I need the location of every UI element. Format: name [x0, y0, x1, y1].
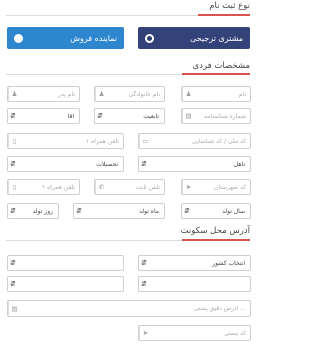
nationality-select[interactable]: ⇵ تابعیت: [94, 108, 165, 124]
radio-unselected-icon: [14, 33, 23, 43]
radio-selected-icon: [145, 33, 154, 43]
birth-day-select[interactable]: ⇵ روز تولد: [7, 203, 59, 219]
gender-value: آقا: [67, 112, 74, 120]
last-name-placeholder: نام خانوادگی: [128, 90, 160, 98]
marital-status-select[interactable]: ⇵ تاهل: [138, 156, 251, 172]
user-icon: ♟: [8, 87, 20, 101]
country-value: انتخاب کشور: [212, 259, 245, 267]
document-icon: ▤: [182, 109, 194, 123]
sales-agent-option[interactable]: نماینده فروش: [7, 27, 124, 49]
registration-type-title: نوع ثبت نام: [209, 1, 250, 11]
id-number-input[interactable]: ▤ شماره شناسنامه: [181, 108, 251, 124]
preferred-customer-option[interactable]: مشتری ترجیحی: [138, 27, 250, 49]
section-accent-bar: [182, 239, 250, 241]
select-arrows-icon: ⇵: [141, 259, 147, 267]
user-icon: ♟: [95, 87, 107, 101]
gender-select[interactable]: ⇵ آقا: [7, 108, 80, 124]
select-arrows-icon: ⇵: [10, 160, 16, 168]
birth-day-value: روز تولد: [32, 207, 53, 215]
birth-year-value: سال تولد: [222, 207, 245, 215]
send-icon: ➤: [139, 326, 151, 340]
birth-month-value: ماه تولد: [139, 207, 159, 215]
phone-icon: ✆: [95, 180, 107, 194]
location-arrow-icon: ➤: [182, 180, 194, 194]
landline-placeholder: تلفن ثابت: [135, 183, 160, 191]
mobile-phone-icon: ▯: [8, 134, 20, 148]
select-arrows-icon: ⇵: [141, 280, 147, 288]
full-address-input[interactable]: ▤ آدرس دقیق پستی ...: [7, 300, 251, 317]
first-name-input[interactable]: ♟ نام: [181, 86, 251, 102]
marital-status-value: تاهل: [233, 160, 245, 168]
birth-month-select[interactable]: ⇵ ماه تولد: [73, 203, 165, 219]
mobile-input[interactable]: ▯ تلفن همراه ١: [7, 133, 124, 149]
select-arrows-icon: ⇵: [76, 207, 82, 215]
last-name-input[interactable]: ♟ نام خانوادگی: [94, 86, 165, 102]
sales-agent-label: نماینده فروش: [70, 33, 117, 43]
section-accent-bar: [182, 73, 250, 75]
section-accent-bar: [198, 14, 250, 16]
first-name-placeholder: نام: [238, 90, 246, 98]
education-select[interactable]: ⇵ تحصیلات: [7, 156, 124, 172]
country-select[interactable]: ⇵ انتخاب کشور: [138, 255, 251, 271]
postal-code-input[interactable]: ➤ کد پستی: [138, 325, 251, 341]
select-arrows-icon: ⇵: [141, 160, 147, 168]
select-arrows-icon: ⇵: [10, 280, 16, 288]
postal-code-placeholder: کد پستی: [224, 329, 246, 337]
personal-info-title: مشخصات فردی: [192, 61, 250, 71]
user-icon: ♟: [182, 87, 194, 101]
national-code-input[interactable]: ▭ کد ملی / کد شناسایی: [138, 133, 251, 149]
nationality-value: تابعیت: [143, 112, 159, 120]
city-code-input[interactable]: ➤ کد شهرستان: [181, 179, 251, 195]
mobile-phone-icon: ▯: [8, 180, 20, 194]
address-book-icon: ▤: [8, 301, 20, 316]
select-arrows-icon: ⇵: [10, 112, 16, 120]
birth-year-select[interactable]: ⇵ سال تولد: [181, 203, 251, 219]
select-arrows-icon: ⇵: [10, 259, 16, 267]
mobile2-placeholder: تلفن همراه ٢: [41, 183, 75, 191]
father-name-placeholder: نام پدر: [58, 90, 75, 98]
national-code-placeholder: کد ملی / کد شناسایی: [191, 137, 246, 145]
father-name-input[interactable]: ♟ نام پدر: [7, 86, 80, 102]
id-card-icon: ▭: [139, 134, 151, 148]
district-select[interactable]: ⇵: [7, 276, 124, 292]
province-select[interactable]: ⇵: [7, 255, 124, 271]
mobile-placeholder: تلفن همراه ١: [85, 137, 119, 145]
city-code-placeholder: کد شهرستان: [213, 183, 246, 191]
mobile2-input[interactable]: ▯ تلفن همراه ٢: [7, 179, 80, 195]
preferred-customer-label: مشتری ترجیحی: [190, 33, 243, 43]
education-value: تحصیلات: [96, 160, 118, 168]
select-arrows-icon: ⇵: [97, 112, 103, 120]
landline-input[interactable]: ✆ تلفن ثابت: [94, 179, 165, 195]
select-arrows-icon: ⇵: [184, 207, 190, 215]
address-title: آدرس محل سکونت: [180, 226, 250, 236]
id-number-placeholder: شماره شناسنامه: [203, 112, 246, 120]
city-select[interactable]: ⇵: [138, 276, 251, 292]
select-arrows-icon: ⇵: [10, 207, 16, 215]
full-address-placeholder: آدرس دقیق پستی ...: [193, 305, 246, 312]
